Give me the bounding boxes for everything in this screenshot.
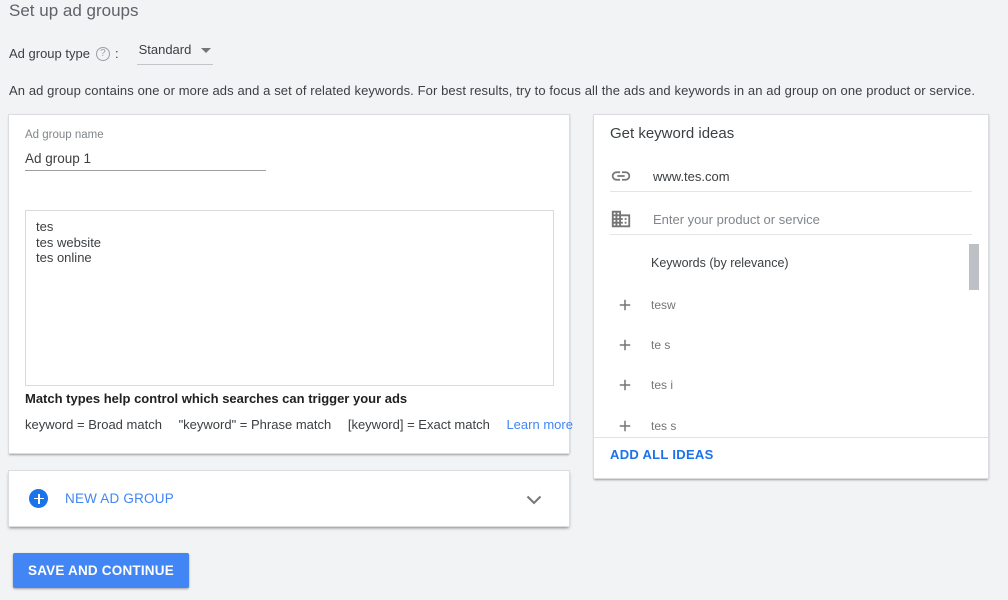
- new-ad-group-card: NEW AD GROUP: [8, 470, 570, 527]
- keywords-textarea[interactable]: tes tes website tes online: [25, 210, 554, 386]
- keyword-suggestion-row: tes i: [594, 370, 988, 400]
- keyword-ideas-title: Get keyword ideas: [610, 125, 734, 142]
- divider: [610, 191, 972, 192]
- keyword-suggestion-label: te s: [651, 338, 670, 352]
- keyword-suggestion-label: tes s: [651, 419, 676, 433]
- new-ad-group-label: NEW AD GROUP: [65, 491, 174, 506]
- building-icon: [610, 208, 632, 230]
- divider: [610, 234, 972, 235]
- learn-more-link[interactable]: Learn more: [506, 417, 572, 432]
- keyword-suggestion-row: tesw: [594, 290, 988, 320]
- plus-icon[interactable]: [615, 335, 635, 355]
- ad-group-type-dropdown[interactable]: Standard: [137, 42, 214, 65]
- ad-group-card: Ad group name tes tes website tes online…: [8, 114, 570, 454]
- divider: [594, 437, 988, 438]
- keywords-list-header: Keywords (by relevance): [651, 256, 789, 270]
- ad-group-type-value: Standard: [139, 42, 192, 57]
- help-circle-icon[interactable]: [96, 47, 110, 61]
- ad-group-type-label: Ad group type: [9, 46, 90, 61]
- add-all-ideas-button[interactable]: ADD ALL IDEAS: [610, 447, 714, 462]
- product-service-input[interactable]: [653, 212, 933, 227]
- plus-icon[interactable]: [615, 416, 635, 436]
- page-description: An ad group contains one or more ads and…: [9, 83, 1004, 98]
- match-types-heading: Match types help control which searches …: [25, 391, 407, 406]
- save-and-continue-button[interactable]: SAVE AND CONTINUE: [13, 553, 189, 588]
- plus-icon[interactable]: [615, 295, 635, 315]
- exact-match-example: [keyword] = Exact match: [348, 417, 490, 432]
- scrollbar-thumb[interactable]: [969, 244, 979, 290]
- ad-group-name-input[interactable]: [25, 147, 266, 171]
- broad-match-example: keyword = Broad match: [25, 417, 162, 432]
- plus-icon[interactable]: [615, 375, 635, 395]
- website-value[interactable]: www.tes.com: [653, 169, 730, 184]
- chevron-down-icon[interactable]: [526, 492, 542, 510]
- keyword-suggestion-label: tesw: [651, 298, 676, 312]
- keyword-suggestion-label: tes i: [651, 378, 673, 392]
- keyword-suggestion-row: te s: [594, 330, 988, 360]
- website-row: www.tes.com: [610, 161, 730, 191]
- keyword-ideas-card: Get keyword ideas www.tes.com Keywords (…: [593, 114, 989, 479]
- caret-down-icon: [201, 48, 211, 53]
- match-types-examples: keyword = Broad match "keyword" = Phrase…: [25, 417, 555, 432]
- new-ad-group-button[interactable]: NEW AD GROUP: [9, 471, 569, 526]
- setup-ad-groups-page: Set up ad groups Ad group type : Standar…: [0, 0, 1008, 600]
- ad-group-type-colon: :: [115, 46, 119, 61]
- phrase-match-example: "keyword" = Phrase match: [179, 417, 332, 432]
- link-icon: [610, 165, 632, 187]
- ad-group-type-row: Ad group type : Standard: [9, 42, 213, 65]
- product-row: [610, 204, 933, 234]
- add-circle-icon: [29, 489, 48, 508]
- page-title: Set up ad groups: [9, 1, 138, 21]
- ad-group-name-label: Ad group name: [25, 129, 104, 141]
